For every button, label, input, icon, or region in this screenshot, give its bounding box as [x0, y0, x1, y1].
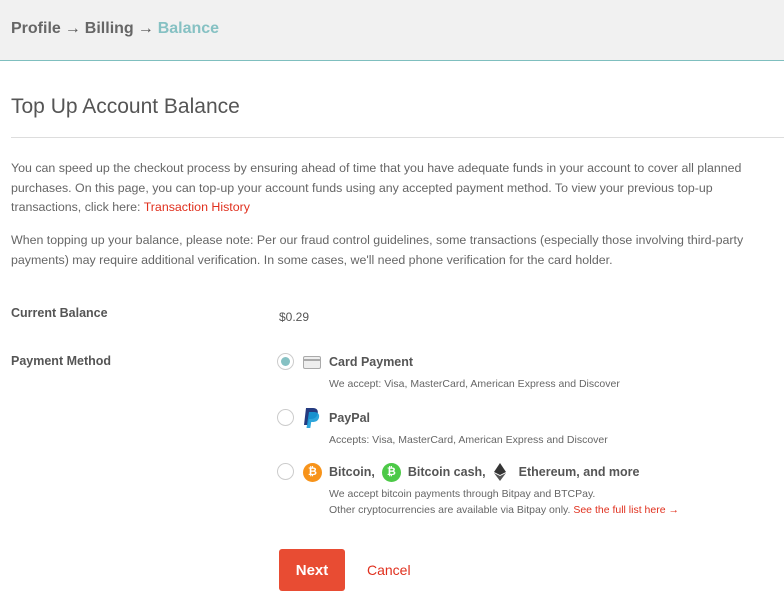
intro-text: You can speed up the checkout process by… — [11, 161, 742, 214]
breadcrumb-separator: → — [137, 20, 154, 37]
cancel-link[interactable]: Cancel — [367, 562, 411, 578]
transaction-history-link[interactable]: Transaction History — [144, 200, 250, 214]
card-payment-desc: We accept: Visa, MasterCard, American Ex… — [329, 378, 620, 390]
current-balance-value: $0.29 — [279, 310, 310, 324]
breadcrumb-balance: Balance — [157, 20, 220, 37]
breadcrumb: Profile → Billing → Balance — [11, 20, 219, 38]
fraud-note-paragraph: When topping up your balance, please not… — [11, 233, 744, 267]
bitcoin-cash-title: Bitcoin cash, — [407, 465, 486, 479]
crypto-radio[interactable] — [277, 463, 294, 480]
ethereum-title: Ethereum, and more — [518, 465, 640, 479]
card-payment-radio[interactable] — [277, 353, 294, 370]
payment-method-label: Payment Method — [11, 354, 112, 368]
top-bar: Profile → Billing → Balance — [0, 0, 784, 61]
title-divider — [11, 137, 784, 138]
crypto-desc: We accept bitcoin payments through Bitpa… — [329, 486, 679, 518]
breadcrumb-billing[interactable]: Billing — [85, 20, 134, 37]
intro-paragraph: You can speed up the checkout process by… — [11, 159, 781, 218]
paypal-radio[interactable] — [277, 409, 294, 426]
current-balance-label: Current Balance — [11, 306, 108, 320]
ethereum-icon — [493, 463, 506, 481]
crypto-desc-line2-text: Other cryptocurrencies are available via… — [329, 504, 574, 516]
paypal-desc: Accepts: Visa, MasterCard, American Expr… — [329, 434, 608, 446]
breadcrumb-separator: → — [64, 20, 81, 37]
next-button[interactable]: Next — [279, 549, 345, 591]
crypto-desc-line1: We accept bitcoin payments through Bitpa… — [329, 488, 596, 500]
paypal-icon — [304, 408, 320, 428]
paypal-title: PayPal — [329, 411, 371, 425]
crypto-desc-line2: Other cryptocurrencies are available via… — [329, 502, 679, 518]
credit-card-icon — [303, 355, 321, 369]
breadcrumb-profile[interactable]: Profile — [11, 20, 61, 37]
full-crypto-list-link[interactable]: See the full list here → — [573, 504, 679, 516]
bitcoin-title: Bitcoin, — [329, 465, 375, 479]
page-title: Top Up Account Balance — [11, 95, 240, 118]
bitcoin-icon: ₿ — [303, 462, 322, 482]
card-payment-title: Card Payment — [329, 355, 414, 369]
bitcoin-cash-icon: ₿ — [381, 462, 401, 482]
